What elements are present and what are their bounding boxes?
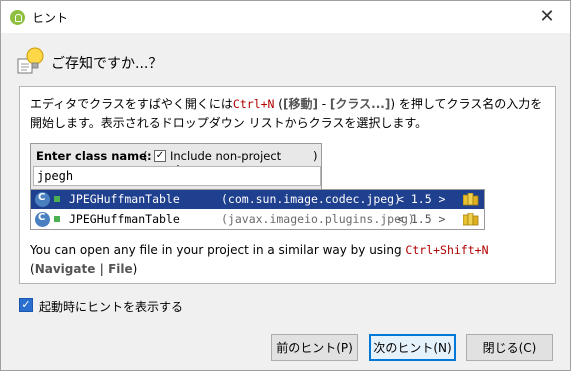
close-button[interactable]: 閉じる(C)	[466, 334, 553, 361]
class-search-input[interactable]: jpegh	[33, 166, 321, 186]
include-non-project-checkbox[interactable]: ✓	[154, 150, 166, 162]
tip-dialog: ヒント ✕ ご存知ですか...？ エディタでクラスをすばやく開くにはCtrl+N…	[0, 0, 571, 371]
library-icon	[463, 193, 479, 206]
previous-tip-button[interactable]: 前のヒント(P)	[271, 334, 358, 361]
class-results-list: JPEGHuffmanTable (com.sun.image.codec.jp…	[30, 189, 485, 230]
menu-file: File	[108, 262, 133, 276]
result-version: < 1.5 >	[397, 192, 446, 206]
result-row[interactable]: JPEGHuffmanTable (com.sun.image.codec.jp…	[31, 190, 484, 209]
result-package: (com.sun.image.codec.jpeg)	[221, 192, 402, 206]
show-on-startup-label: 起動時にヒントを表示する	[39, 300, 184, 314]
result-version: < 1.5 >	[397, 212, 446, 226]
tip-content: エディタでクラスをすばやく開くにはCtrl+N ([移動] - [クラス...]…	[19, 86, 556, 284]
android-studio-icon	[10, 10, 25, 25]
desc-text: エディタでクラスをすばやく開くには	[30, 97, 233, 111]
result-class-name: JPEGHuffmanTable	[69, 212, 180, 226]
result-row[interactable]: JPEGHuffmanTable (javax.imageio.plugins.…	[31, 210, 484, 229]
goto-class-popup: Enter class name: ( ✓ Include non-projec…	[30, 143, 485, 232]
tip-description-2: You can open any file in your project in…	[30, 241, 550, 279]
visibility-icon	[54, 196, 60, 202]
next-tip-button[interactable]: 次のヒント(N)	[369, 334, 456, 361]
lightbulb-icon	[17, 47, 44, 74]
menu-separator: |	[95, 262, 109, 276]
shortcut-ctrl-n: Ctrl+N	[232, 97, 275, 111]
close-window-button[interactable]: ✕	[524, 1, 570, 32]
paren-open: (	[143, 149, 148, 163]
show-on-startup-checkbox[interactable]: ✓	[19, 298, 33, 312]
tip-description: エディタでクラスをすばやく開くにはCtrl+N ([移動] - [クラス...]…	[30, 95, 550, 133]
class-icon	[35, 212, 50, 227]
hint-header: ご存知ですか...？	[9, 43, 564, 77]
title-bar: ヒント ✕	[1, 1, 570, 33]
popup-header: Enter class name: ( ✓ Include non-projec…	[30, 143, 322, 189]
desc2-text: )	[132, 262, 138, 276]
library-icon	[463, 213, 479, 226]
desc-text: -	[317, 97, 330, 111]
shortcut-ctrl-shift-n: Ctrl+Shift+N	[405, 243, 489, 257]
paren-close: )	[313, 149, 318, 163]
desc2-text: You can open any file in your project in…	[30, 243, 406, 257]
menu-class: [クラス...]	[329, 97, 391, 111]
lock-icon	[54, 216, 60, 222]
enter-class-label: Enter class name:	[36, 149, 152, 163]
window-title: ヒント	[32, 11, 69, 25]
result-package: (javax.imageio.plugins.jpeg)	[221, 212, 415, 226]
menu-navigate: Navigate	[34, 262, 96, 276]
desc-text: (	[274, 97, 283, 111]
result-class-name: JPEGHuffmanTable	[69, 192, 180, 206]
class-icon	[35, 192, 50, 207]
hint-title: ご存知ですか...？	[51, 56, 163, 72]
menu-move: [移動]	[282, 97, 318, 111]
